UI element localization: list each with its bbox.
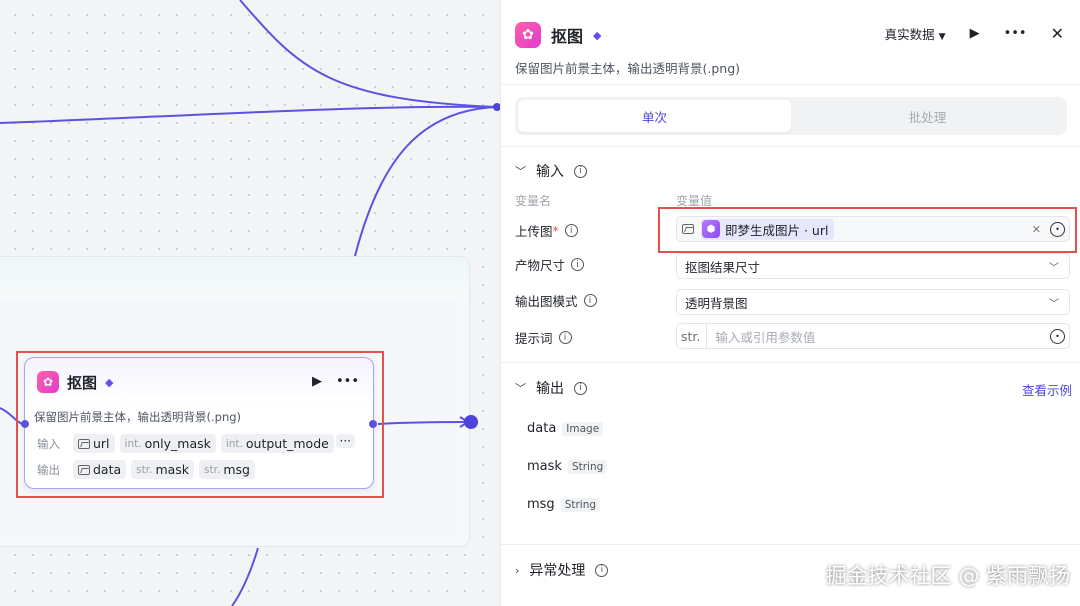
output-divider	[501, 544, 1080, 545]
more-icon[interactable]: •••	[336, 374, 359, 389]
app-icon: ✿	[515, 22, 541, 48]
run-icon[interactable]: ▶	[312, 374, 322, 389]
chevron-right-icon: ›	[515, 563, 520, 577]
chevron-down-icon: ﹀	[1049, 262, 1059, 274]
image-icon	[78, 464, 90, 475]
reference-chip[interactable]: ⬢ 即梦生成图片 · url	[701, 218, 835, 240]
output-chip-data: data	[73, 460, 127, 479]
output-section-title: 输出	[536, 381, 564, 397]
prompt-input[interactable]: str. 输入或引用参数值 •	[676, 323, 1070, 349]
param-label-upload: 上传图 * i	[515, 221, 578, 240]
column-var-name: 变量名	[515, 194, 552, 208]
diamond-icon: ◆	[593, 28, 602, 42]
panel-description: 保留图片前景主体，输出透明背景(.png)	[515, 61, 741, 76]
header-divider	[501, 84, 1080, 85]
output-item-data: data Image	[527, 421, 604, 436]
node-header: ✿ 抠图 ◆	[37, 371, 113, 393]
node-outputs-row: 输出 data str. mask str. msg	[37, 460, 255, 479]
exception-section-header[interactable]: › 异常处理 i	[515, 560, 609, 580]
caret-down-icon: ▼	[938, 32, 946, 42]
panel-title: 抠图	[551, 27, 584, 46]
connection-wires	[0, 0, 500, 606]
output-mode-select[interactable]: 透明背景图 ﹀	[676, 289, 1070, 315]
tab-single[interactable]: 单次	[518, 100, 791, 132]
next-node-port[interactable]	[464, 415, 478, 429]
info-icon[interactable]: i	[571, 258, 585, 271]
diamond-icon: ◆	[105, 375, 114, 389]
info-icon[interactable]: i	[574, 381, 587, 395]
inputs-label: 输入	[37, 436, 60, 451]
output-item-msg: msg String	[527, 497, 601, 512]
tabs-divider	[501, 146, 1080, 147]
node-description: 保留图片前景主体，输出透明背景(.png)	[34, 410, 242, 424]
wire-top	[239, 0, 498, 108]
chevron-down-icon: ﹀	[515, 382, 526, 395]
more-icon[interactable]: •••	[1004, 26, 1027, 41]
more-params-button[interactable]: ···	[335, 434, 355, 448]
info-icon[interactable]: i	[558, 331, 572, 344]
wire-out	[377, 421, 469, 425]
outputs-label: 输出	[37, 462, 60, 477]
type-tag: str.	[681, 323, 708, 349]
watermark: 掘金技术社区 @ 紫雨飘扬	[825, 564, 1070, 588]
node-inputs-row: 输入 url int. only_mask int. output_mode	[37, 434, 334, 453]
input-section-header[interactable]: ﹀ 输入 i	[515, 161, 587, 181]
cutout-node[interactable]: ✿ 抠图 ◆ ▶ ••• 保留图片前景主体，输出透明背景(.png) 输入 ur…	[24, 357, 374, 489]
param-label-prompt: 提示词 i	[515, 328, 572, 347]
node-config-panel: ✿ 抠图 ◆ 真实数据 ▼ ▶ ••• ✕ 保留图片前景主体，输出透明背景(.p…	[500, 0, 1080, 606]
prompt-placeholder: 输入或引用参数值	[715, 329, 816, 345]
panel-header: ✿ 抠图 ◆	[515, 22, 601, 48]
run-icon[interactable]: ▶	[970, 26, 980, 41]
input-chip-output-mode: int. output_mode	[220, 434, 334, 453]
chevron-down-icon: ﹀	[1049, 298, 1059, 310]
panel-toolbar: 真实数据 ▼ ▶ ••• ✕	[885, 24, 1064, 43]
data-mode-dropdown[interactable]: 真实数据 ▼	[885, 24, 946, 43]
node-output-port[interactable]	[369, 420, 377, 428]
output-chip-mask: str. mask	[131, 460, 195, 479]
output-item-mask: mask String	[527, 459, 608, 474]
output-section-header[interactable]: ﹀ 输出 i	[515, 378, 587, 398]
cube-icon: ⬢	[702, 220, 720, 238]
output-chip-msg: str. msg	[199, 460, 255, 479]
upload-image-field[interactable]: ⬢ 即梦生成图片 · url ✕ •	[676, 216, 1070, 242]
chevron-down-icon: ﹀	[515, 165, 526, 178]
image-icon	[682, 224, 694, 234]
variable-select-icon[interactable]: •	[1050, 328, 1065, 344]
node-title: 抠图	[67, 373, 98, 392]
app-icon: ✿	[37, 371, 59, 393]
info-icon[interactable]: i	[574, 164, 587, 178]
wire-left	[0, 105, 498, 124]
info-icon[interactable]: i	[583, 294, 597, 307]
clear-icon[interactable]: ✕	[1032, 223, 1041, 236]
input-chip-url: url	[73, 434, 115, 453]
input-chip-only-mask: int. only_mask	[119, 434, 216, 453]
view-example-link[interactable]: 查看示例	[1022, 380, 1072, 399]
tab-batch[interactable]: 批处理	[791, 100, 1064, 132]
variable-select-icon[interactable]: •	[1050, 221, 1065, 237]
info-icon[interactable]: i	[564, 224, 578, 237]
node-input-port[interactable]	[21, 420, 29, 428]
input-section-title: 输入	[536, 164, 564, 180]
param-label-size: 产物尺寸 i	[515, 255, 585, 274]
input-divider	[501, 362, 1080, 363]
run-mode-tabs: 单次 批处理	[515, 97, 1067, 135]
workflow-canvas[interactable]: ✿ 抠图 ◆ ▶ ••• 保留图片前景主体，输出透明背景(.png) 输入 ur…	[0, 0, 500, 606]
param-label-mode: 输出图模式 i	[515, 291, 597, 310]
close-icon[interactable]: ✕	[1051, 24, 1064, 43]
image-icon	[78, 438, 90, 449]
exception-section-title: 异常处理	[529, 563, 586, 579]
target-port	[493, 103, 500, 111]
info-icon[interactable]: i	[595, 563, 609, 577]
wire-mid	[354, 106, 498, 257]
output-size-select[interactable]: 抠图结果尺寸 ﹀	[676, 253, 1070, 279]
node-actions: ▶ •••	[312, 374, 359, 389]
wire-bottom	[231, 547, 259, 606]
